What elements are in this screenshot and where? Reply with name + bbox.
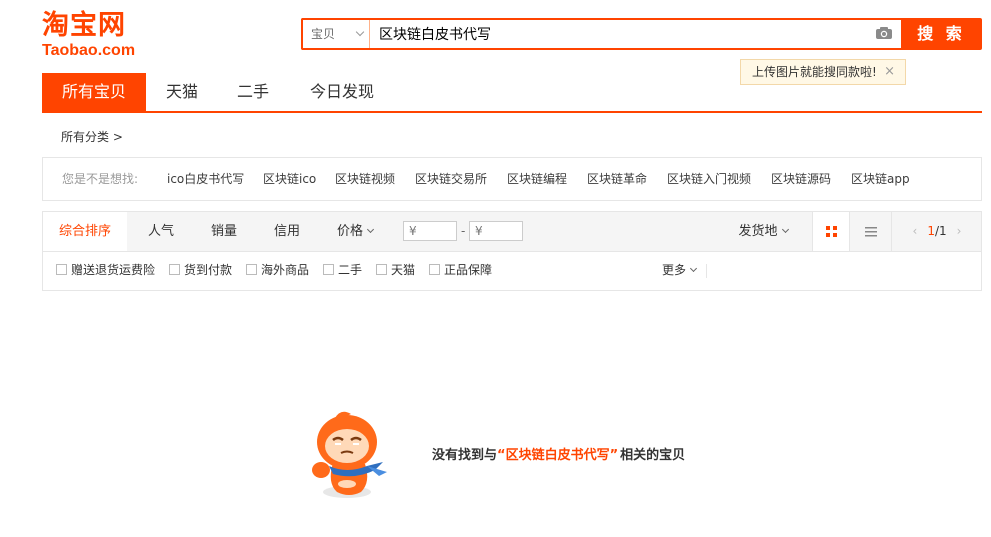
tab-today-discover[interactable]: 今日发现	[302, 73, 382, 111]
suggestion-item[interactable]: ico白皮书代写	[167, 158, 244, 200]
pager: ‹ 1/1 ›	[893, 212, 981, 251]
empty-suffix: 相关的宝贝	[620, 448, 686, 463]
chevron-down-icon	[366, 225, 375, 234]
checkbox-cod[interactable]	[169, 264, 180, 275]
taobao-logo[interactable]: 淘宝网 Taobao.com	[42, 10, 152, 62]
filter-label[interactable]: 二手	[338, 252, 362, 289]
sort-credit[interactable]: 信用	[265, 212, 309, 251]
search-button[interactable]: 搜 索	[901, 18, 982, 50]
chevron-down-icon	[781, 225, 789, 234]
ship-location-label: 发货地	[738, 224, 778, 239]
ship-location-dropdown[interactable]: 发货地	[733, 212, 793, 251]
list-view-button[interactable]	[850, 212, 892, 251]
suggestion-item[interactable]: 区块链编程	[507, 158, 567, 200]
search-type-label: 宝贝	[311, 27, 336, 41]
prev-page-icon[interactable]: ‹	[913, 224, 918, 238]
suggestion-item[interactable]: 区块链app	[851, 158, 910, 200]
suggestion-bar: 您是不是想找: ico白皮书代写 区块链ico 区块链视频 区块链交易所 区块链…	[42, 157, 982, 201]
filter-label[interactable]: 天猫	[391, 252, 415, 289]
tab-tmall[interactable]: 天猫	[152, 73, 212, 111]
suggestion-item[interactable]: 区块链交易所	[415, 158, 487, 200]
nav-tabs: 所有宝贝 天猫 二手 今日发现	[42, 73, 982, 113]
more-filters-button[interactable]: 更多	[662, 252, 698, 289]
filter-label[interactable]: 海外商品	[261, 252, 309, 289]
grid-view-button[interactable]	[812, 212, 850, 251]
logo-en: Taobao.com	[42, 42, 136, 59]
price-min-input[interactable]	[403, 221, 457, 241]
filter-row: 赠送退货运费险 货到付款 海外商品 二手 天猫 正品保障 更多	[43, 252, 981, 290]
tab-all-items[interactable]: 所有宝贝	[42, 73, 146, 111]
grid-icon	[826, 226, 837, 237]
price-max-input[interactable]	[469, 221, 523, 241]
price-range-dash: -	[461, 224, 466, 238]
empty-open-quote: “	[497, 448, 506, 463]
checkbox-overseas[interactable]	[246, 264, 257, 275]
empty-keyword: 区块链白皮书代写	[505, 448, 610, 463]
empty-close-quote: ”	[609, 448, 619, 463]
suggestion-item[interactable]: 区块链革命	[587, 158, 647, 200]
suggestion-item[interactable]: 区块链源码	[771, 158, 831, 200]
page-current: 1	[927, 224, 935, 238]
filter-label[interactable]: 正品保障	[444, 252, 492, 289]
chevron-down-icon	[689, 264, 698, 273]
search-divider	[369, 20, 370, 48]
search-input[interactable]	[375, 20, 863, 48]
next-page-icon[interactable]: ›	[957, 224, 962, 238]
sort-price[interactable]: 价格	[327, 212, 383, 251]
filter-label[interactable]: 货到付款	[184, 252, 232, 289]
list-icon	[865, 227, 877, 237]
chevron-down-icon	[355, 27, 365, 37]
filter-label[interactable]: 赠送退货运费险	[71, 252, 155, 289]
sort-row: 综合排序 人气 销量 信用 价格 - 发货地	[43, 212, 981, 252]
checkbox-authentic[interactable]	[429, 264, 440, 275]
sort-filter-panel: 综合排序 人气 销量 信用 价格 - 发货地	[42, 211, 982, 291]
taobao-mascot-icon	[312, 411, 387, 498]
camera-icon[interactable]	[875, 26, 893, 40]
sort-sales[interactable]: 销量	[202, 212, 246, 251]
checkbox-free-return[interactable]	[56, 264, 67, 275]
search-type-dropdown[interactable]: 宝贝	[311, 20, 367, 48]
suggestion-item[interactable]: 区块链入门视频	[667, 158, 751, 200]
suggestion-item[interactable]: 区块链ico	[263, 158, 316, 200]
suggestion-item[interactable]: 区块链视频	[335, 158, 395, 200]
more-label: 更多	[662, 263, 687, 277]
checkbox-tmall[interactable]	[376, 264, 387, 275]
page-total: 1	[939, 224, 947, 238]
filter-divider	[706, 264, 707, 278]
checkbox-second-hand[interactable]	[323, 264, 334, 275]
sort-price-label: 价格	[336, 224, 363, 239]
sort-popularity[interactable]: 人气	[139, 212, 183, 251]
suggestion-label: 您是不是想找:	[62, 172, 139, 186]
sort-default[interactable]: 综合排序	[43, 212, 127, 251]
logo-cn: 淘宝网	[42, 10, 126, 41]
tab-second-hand[interactable]: 二手	[225, 73, 281, 111]
all-categories-link[interactable]: 所有分类 >	[61, 128, 123, 146]
empty-result-message: 没有找到与“区块链白皮书代写” 相关的宝贝	[432, 445, 685, 467]
empty-prefix: 没有找到与	[432, 448, 498, 463]
search-box: 宝贝	[301, 18, 901, 50]
